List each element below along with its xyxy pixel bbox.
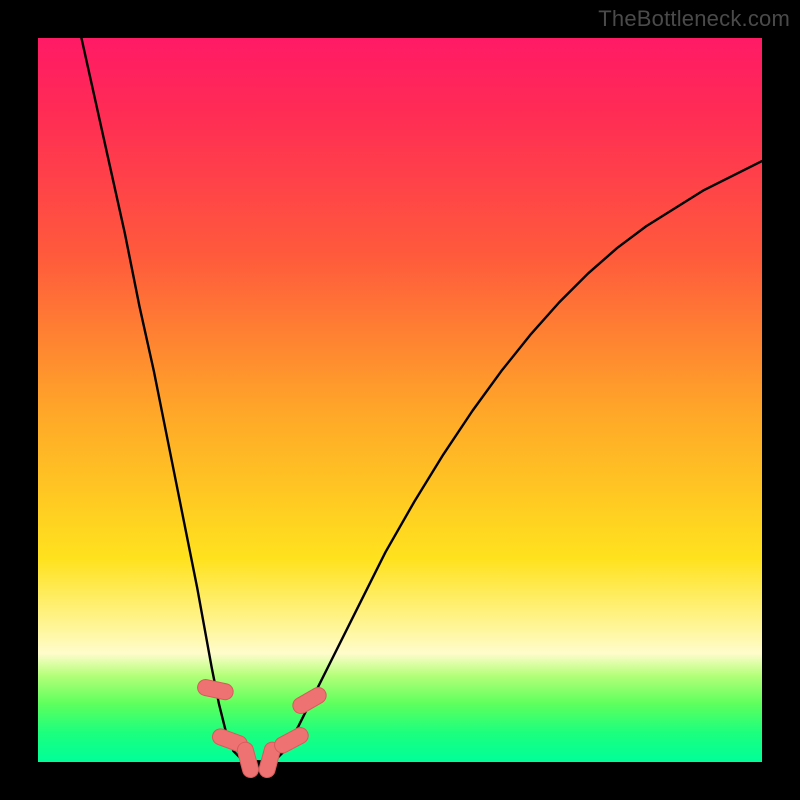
curve-marker bbox=[290, 685, 329, 717]
curve-marker bbox=[196, 678, 235, 701]
curve-marker bbox=[236, 740, 261, 779]
marker-layer bbox=[196, 678, 329, 779]
chart-frame: TheBottleneck.com bbox=[0, 0, 800, 800]
curve-marker bbox=[272, 725, 311, 756]
attribution-text: TheBottleneck.com bbox=[598, 6, 790, 32]
curve-layer bbox=[81, 38, 762, 761]
chart-svg bbox=[38, 38, 762, 762]
bottleneck-curve bbox=[81, 38, 762, 761]
